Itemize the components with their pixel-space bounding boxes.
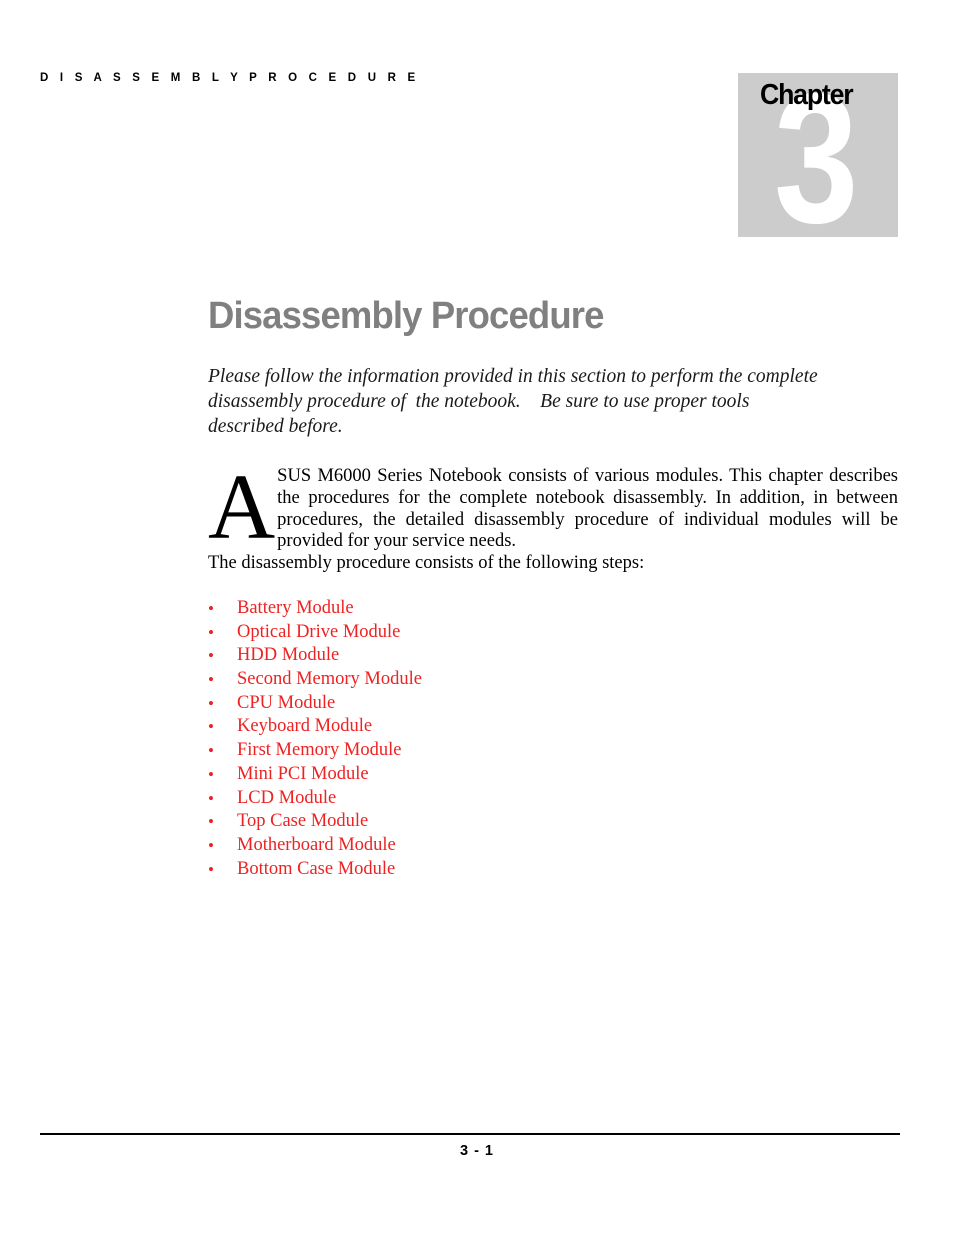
list-item: • Mini PCI Module	[208, 763, 422, 787]
module-list: • Battery Module • Optical Drive Module …	[208, 597, 422, 881]
list-item-label: Optical Drive Module	[237, 621, 401, 642]
lead-paragraph-line: described before.	[208, 416, 343, 437]
bullet-icon: •	[208, 812, 214, 832]
list-item-label: First Memory Module	[237, 740, 402, 761]
list-item-label: LCD Module	[237, 787, 337, 808]
bullet-icon: •	[208, 788, 214, 808]
list-item: • First Memory Module	[208, 739, 422, 763]
bullet-icon: •	[208, 622, 214, 642]
list-item-label: Motherboard Module	[237, 834, 396, 855]
list-item: • Motherboard Module	[208, 834, 422, 858]
bullet-icon: •	[208, 741, 214, 761]
list-item-label: Top Case Module	[237, 811, 369, 832]
body-paragraph: A SUS M6000 Series Notebook consists of …	[208, 456, 898, 559]
page-title: Disassembly Procedure	[208, 295, 604, 337]
list-item: • Battery Module	[208, 597, 422, 621]
chapter-label: Chapter	[760, 79, 854, 111]
bullet-icon: •	[208, 859, 214, 879]
list-item-label: CPU Module	[237, 692, 336, 713]
footer-page-number: 3 - 1	[459, 1143, 494, 1159]
footer-divider	[40, 1133, 900, 1135]
list-item: • Bottom Case Module	[208, 858, 422, 882]
bullet-icon: •	[208, 764, 214, 784]
list-item-label: Keyboard Module	[237, 716, 373, 737]
body-paragraph-text: SUS M6000 Series Notebook consists of va…	[277, 466, 898, 552]
list-item-label: Battery Module	[237, 598, 354, 618]
list-item: • CPU Module	[208, 692, 422, 716]
list-item-label: Mini PCI Module	[237, 763, 369, 784]
list-item: • Keyboard Module	[208, 715, 422, 739]
list-item: • Optical Drive Module	[208, 621, 422, 645]
bullet-icon: •	[208, 835, 214, 855]
bullet-icon: •	[208, 670, 214, 690]
lead-paragraph: Please follow the information provided i…	[208, 364, 818, 439]
list-item: • HDD Module	[208, 644, 422, 668]
body-followup-text: The disassembly procedure consists of th…	[208, 553, 645, 573]
list-item: • Top Case Module	[208, 810, 422, 834]
bullet-icon: •	[208, 693, 214, 713]
bullet-icon: •	[208, 646, 214, 666]
chapter-badge: 3 Chapter	[738, 73, 898, 237]
list-item-label: HDD Module	[237, 645, 340, 666]
list-item-label: Second Memory Module	[237, 669, 422, 690]
running-header: D I S A S S E M B L Y P R O C E D U R E	[40, 72, 420, 84]
lead-paragraph-line: disassembly procedure of the notebook. B…	[208, 391, 750, 412]
list-item: • LCD Module	[208, 787, 422, 811]
list-item: • Second Memory Module	[208, 668, 422, 692]
lead-paragraph-line: Please follow the information provided i…	[208, 366, 818, 387]
bullet-icon: •	[208, 599, 214, 618]
bullet-icon: •	[208, 717, 214, 737]
drop-cap: A	[208, 456, 276, 559]
list-item-label: Bottom Case Module	[237, 858, 396, 879]
